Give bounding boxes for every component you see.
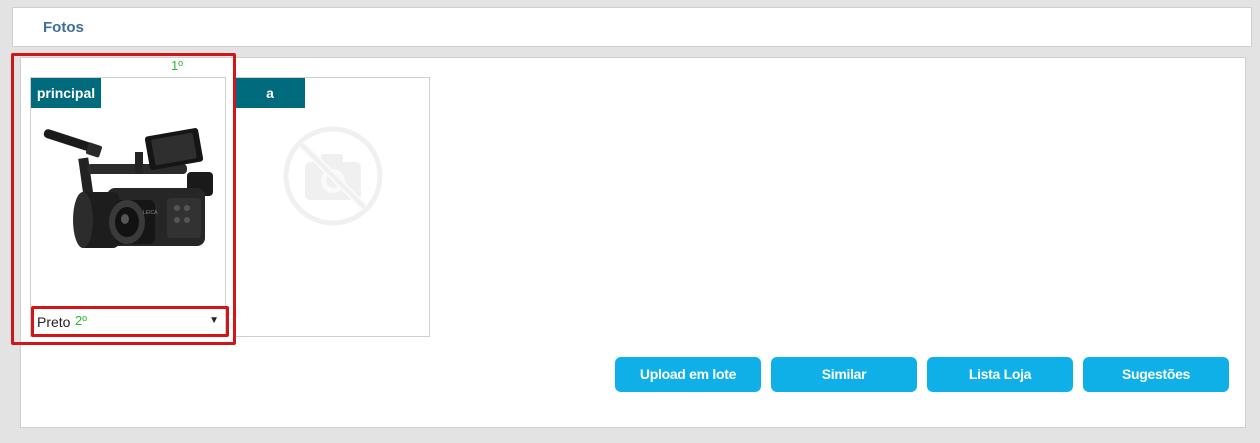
color-select-value: Preto — [37, 314, 71, 330]
fotos-header-panel: Fotos — [12, 7, 1252, 47]
similar-button[interactable]: Similar — [771, 357, 917, 392]
svg-text:LEICA: LEICA — [143, 210, 158, 216]
suggestions-button[interactable]: Sugestões — [1083, 357, 1229, 392]
color-select[interactable]: Preto ▼ — [33, 310, 225, 334]
photo-tag-label: principal — [31, 78, 101, 108]
camcorder-photo[interactable]: LEICA — [37, 122, 221, 262]
upload-batch-button[interactable]: Upload em lote — [615, 357, 761, 392]
store-list-button[interactable]: Lista Loja — [927, 357, 1073, 392]
photo-card-principal[interactable]: principal LEICA Preto ▼ — [30, 77, 226, 337]
annotation-step-1: 1º — [171, 58, 183, 73]
section-title: Fotos — [43, 19, 84, 36]
no-photo-icon — [281, 124, 385, 228]
chevron-down-icon: ▼ — [209, 315, 219, 326]
photo-card-a[interactable]: a — [234, 77, 430, 337]
photo-tag-label: a — [235, 78, 305, 108]
annotation-step-2: 2º — [75, 313, 87, 328]
